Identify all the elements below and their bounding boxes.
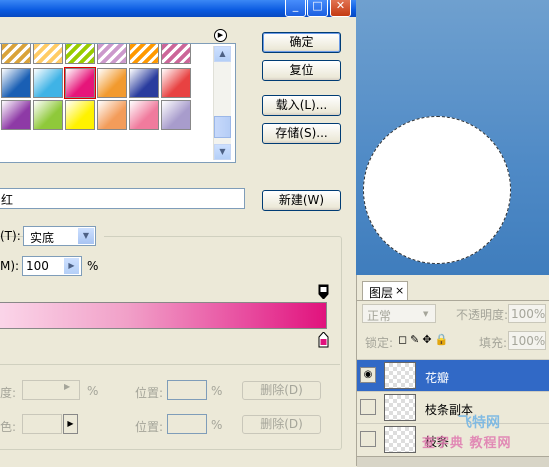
- tab-divider: [357, 300, 549, 301]
- color-location-label: 位置:: [135, 420, 164, 434]
- gradient-preset-swatch[interactable]: [1, 44, 31, 64]
- fill-label: 填充:: [479, 336, 508, 350]
- opacity-value: 100%: [511, 307, 546, 321]
- presets-scrollbar[interactable]: ▲ ▼: [213, 46, 231, 160]
- stop-opacity-input: [22, 380, 80, 400]
- layer-thumbnail: [384, 362, 416, 389]
- gradient-preset-swatch[interactable]: [97, 44, 127, 64]
- color-location-unit: %: [211, 418, 223, 432]
- title-bar: _ □ ✕: [0, 0, 356, 17]
- opacity-input[interactable]: 100%: [508, 304, 546, 323]
- gradient-type-select[interactable]: 实底 ▼: [23, 226, 96, 246]
- stops-divider: [0, 364, 340, 365]
- stop-color-arrow-icon[interactable]: ▶: [63, 414, 78, 434]
- blend-mode-value: 正常: [367, 309, 392, 323]
- visibility-toggle[interactable]: [360, 399, 376, 415]
- opacity-location-unit: %: [211, 384, 223, 398]
- new-button[interactable]: 新建(W): [262, 190, 341, 211]
- gradient-preset-swatch[interactable]: [161, 68, 191, 98]
- close-button[interactable]: ✕: [330, 0, 351, 17]
- gradient-preset-swatch[interactable]: [33, 100, 63, 130]
- gradient-preset-swatch[interactable]: [129, 44, 159, 64]
- watermark-line1: 查字典 教程网: [422, 436, 512, 451]
- smoothness-unit: %: [87, 259, 99, 273]
- chevron-down-icon: ▼: [423, 310, 429, 318]
- gradient-preset-swatch[interactable]: [64, 67, 96, 99]
- presets-panel: ▲ ▼: [0, 43, 236, 163]
- opacity-location-label: 位置:: [135, 386, 164, 400]
- group-frame-gap: [96, 230, 104, 240]
- fill-value: 100%: [511, 334, 546, 348]
- gradient-preset-swatch[interactable]: [129, 68, 159, 98]
- color-location-input: [167, 414, 207, 434]
- gradient-preset-swatch[interactable]: [161, 44, 191, 64]
- fill-input[interactable]: 100%: [508, 331, 546, 350]
- gradient-type-label: (T):: [0, 229, 21, 243]
- stop-opacity-unit: %: [87, 384, 99, 398]
- document-canvas[interactable]: [356, 0, 549, 275]
- gradient-preset-swatch[interactable]: [97, 68, 127, 98]
- tab-layers-label: 图层: [369, 286, 394, 300]
- color-stop[interactable]: [318, 332, 329, 348]
- stop-opacity-arrow-icon: ▶: [64, 382, 71, 391]
- gradient-preset-swatch[interactable]: [33, 44, 63, 64]
- visibility-toggle[interactable]: [360, 431, 376, 447]
- gradient-preset-swatch[interactable]: [129, 100, 159, 130]
- gradient-preview-bar[interactable]: [0, 302, 327, 329]
- smoothness-label: M):: [0, 259, 20, 273]
- maximize-button[interactable]: □: [307, 0, 328, 17]
- scroll-thumb[interactable]: [214, 116, 231, 138]
- circle-selection[interactable]: [363, 116, 511, 264]
- lock-icons[interactable]: ◻✎✥🔒: [398, 333, 451, 346]
- scroll-up-icon[interactable]: ▲: [214, 46, 231, 62]
- ok-button[interactable]: 确定: [262, 32, 341, 53]
- gradient-preset-swatch[interactable]: [161, 100, 191, 130]
- gradient-name-value: 红: [1, 193, 14, 207]
- gradient-type-value: 实底: [30, 231, 55, 245]
- layer-row[interactable]: ◉ 花瓣: [357, 359, 549, 391]
- gradient-preset-swatch[interactable]: [1, 68, 31, 98]
- delete-color-stop-button: 删除(D): [242, 415, 321, 434]
- lock-label: 锁定:: [365, 336, 394, 350]
- stop-color-label: 色:: [0, 420, 17, 434]
- opacity-label: 不透明度:: [456, 308, 509, 322]
- close-icon[interactable]: ×: [395, 284, 404, 297]
- reset-button[interactable]: 复位: [262, 60, 341, 81]
- scroll-down-icon[interactable]: ▼: [214, 144, 231, 160]
- gradient-preset-swatch[interactable]: [33, 68, 63, 98]
- minimize-button[interactable]: _: [285, 0, 306, 17]
- smoothness-value: 100: [26, 259, 49, 273]
- opacity-stop[interactable]: [318, 284, 329, 299]
- chevron-down-icon: ▼: [78, 228, 94, 244]
- watermark-line2: 飞特网: [458, 415, 500, 431]
- gradient-editor-dialog: _ □ ✕ ▶ ▲ ▼ 确定 复位 载入(L)... 存储(S)... 红 新建…: [0, 0, 356, 466]
- delete-opacity-stop-button: 删除(D): [242, 381, 321, 400]
- gradient-preset-swatch[interactable]: [65, 44, 95, 64]
- tab-layers[interactable]: 图层 ×: [362, 281, 408, 300]
- gradient-name-input[interactable]: 红: [0, 188, 245, 209]
- layer-name: 花瓣: [425, 371, 450, 385]
- eye-icon[interactable]: ◉: [360, 367, 376, 383]
- gradient-preset-swatch[interactable]: [97, 100, 127, 130]
- opacity-location-input: [167, 380, 207, 400]
- watermark-logo: 飞特网 查字典 教程网: [402, 408, 547, 464]
- gradient-preset-swatch[interactable]: [1, 100, 31, 130]
- save-button[interactable]: 存储(S)...: [262, 123, 341, 144]
- load-button[interactable]: 载入(L)...: [262, 95, 341, 116]
- smoothness-arrow-icon[interactable]: ▶: [64, 258, 79, 274]
- stop-opacity-label: 度:: [0, 386, 17, 400]
- preset-menu-icon[interactable]: ▶: [214, 29, 227, 42]
- stop-color-swatch[interactable]: [22, 414, 62, 434]
- gradient-preset-swatch[interactable]: [65, 100, 95, 130]
